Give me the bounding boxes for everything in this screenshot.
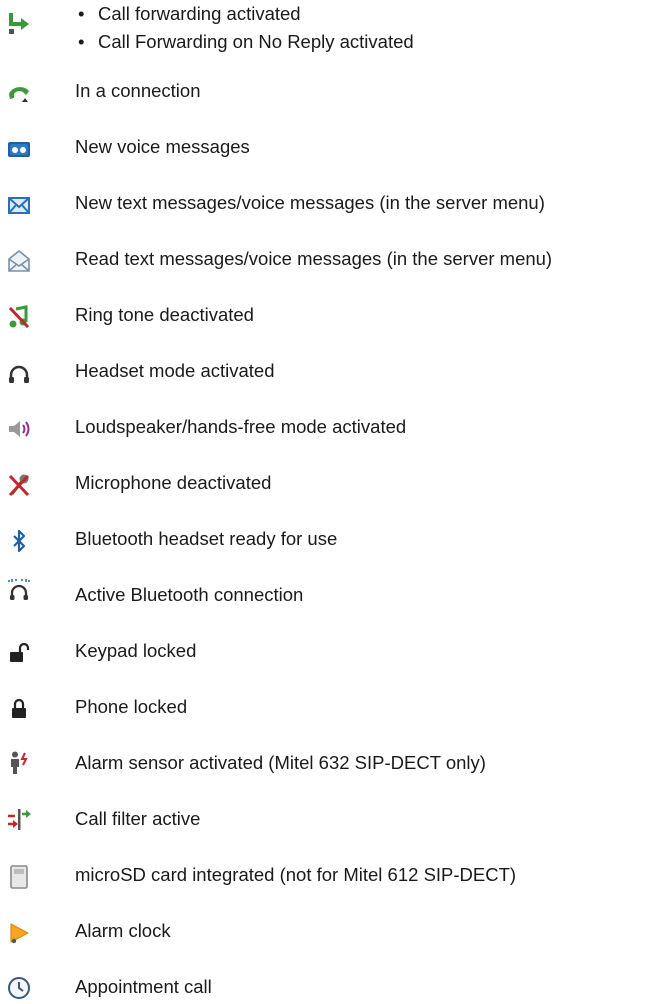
loudspeaker-icon (6, 416, 32, 442)
headset-icon (6, 362, 32, 388)
legend-label: Active Bluetooth connection (75, 584, 304, 605)
legend-label: New voice messages (75, 136, 250, 157)
microphone-off-icon (6, 472, 32, 498)
legend-label: Phone locked (75, 696, 188, 717)
closed-envelope-icon (6, 192, 32, 218)
appointment-clock-icon (6, 975, 32, 1001)
alarm-sensor-icon (6, 750, 32, 776)
legend-label: Loudspeaker/hands-free mode activated (75, 416, 407, 437)
ring-tone-off-icon (6, 304, 32, 330)
legend-label: New text messages/voice messages (in the… (75, 192, 545, 213)
legend-label: Read text messages/voice messages (in th… (75, 248, 553, 269)
legend-label: Alarm sensor activated (Mitel 632 SIP-DE… (75, 752, 486, 773)
legend-label: Alarm clock (75, 920, 171, 941)
handset-icon (6, 80, 32, 106)
legend-label: Ring tone deactivated (75, 304, 254, 325)
legend-label: Keypad locked (75, 640, 197, 661)
microsd-card-icon (6, 864, 32, 890)
legend-label: Headset mode activated (75, 360, 275, 381)
padlock-closed-icon (6, 696, 32, 722)
list-item: Call Forwarding on No Reply activated (78, 28, 414, 56)
call-forwarding-list: Call forwarding activated Call Forwardin… (78, 0, 414, 56)
padlock-open-icon (6, 640, 32, 666)
alarm-clock-bell-icon (6, 920, 32, 946)
bluetooth-headset-active-icon (6, 576, 32, 602)
bluetooth-icon (6, 528, 32, 554)
legend-label: microSD card integrated (not for Mitel 6… (75, 864, 517, 885)
legend-label: Bluetooth headset ready for use (75, 528, 338, 549)
list-item: Call forwarding activated (78, 0, 414, 28)
legend-label: Microphone deactivated (75, 472, 272, 493)
legend-label: Call filter active (75, 808, 201, 829)
open-envelope-icon (6, 248, 32, 274)
call-forwarding-icon (6, 10, 32, 36)
legend-label: Appointment call (75, 976, 212, 997)
voicemail-icon (6, 136, 32, 162)
call-filter-icon (6, 806, 32, 832)
legend-label: In a connection (75, 80, 201, 101)
